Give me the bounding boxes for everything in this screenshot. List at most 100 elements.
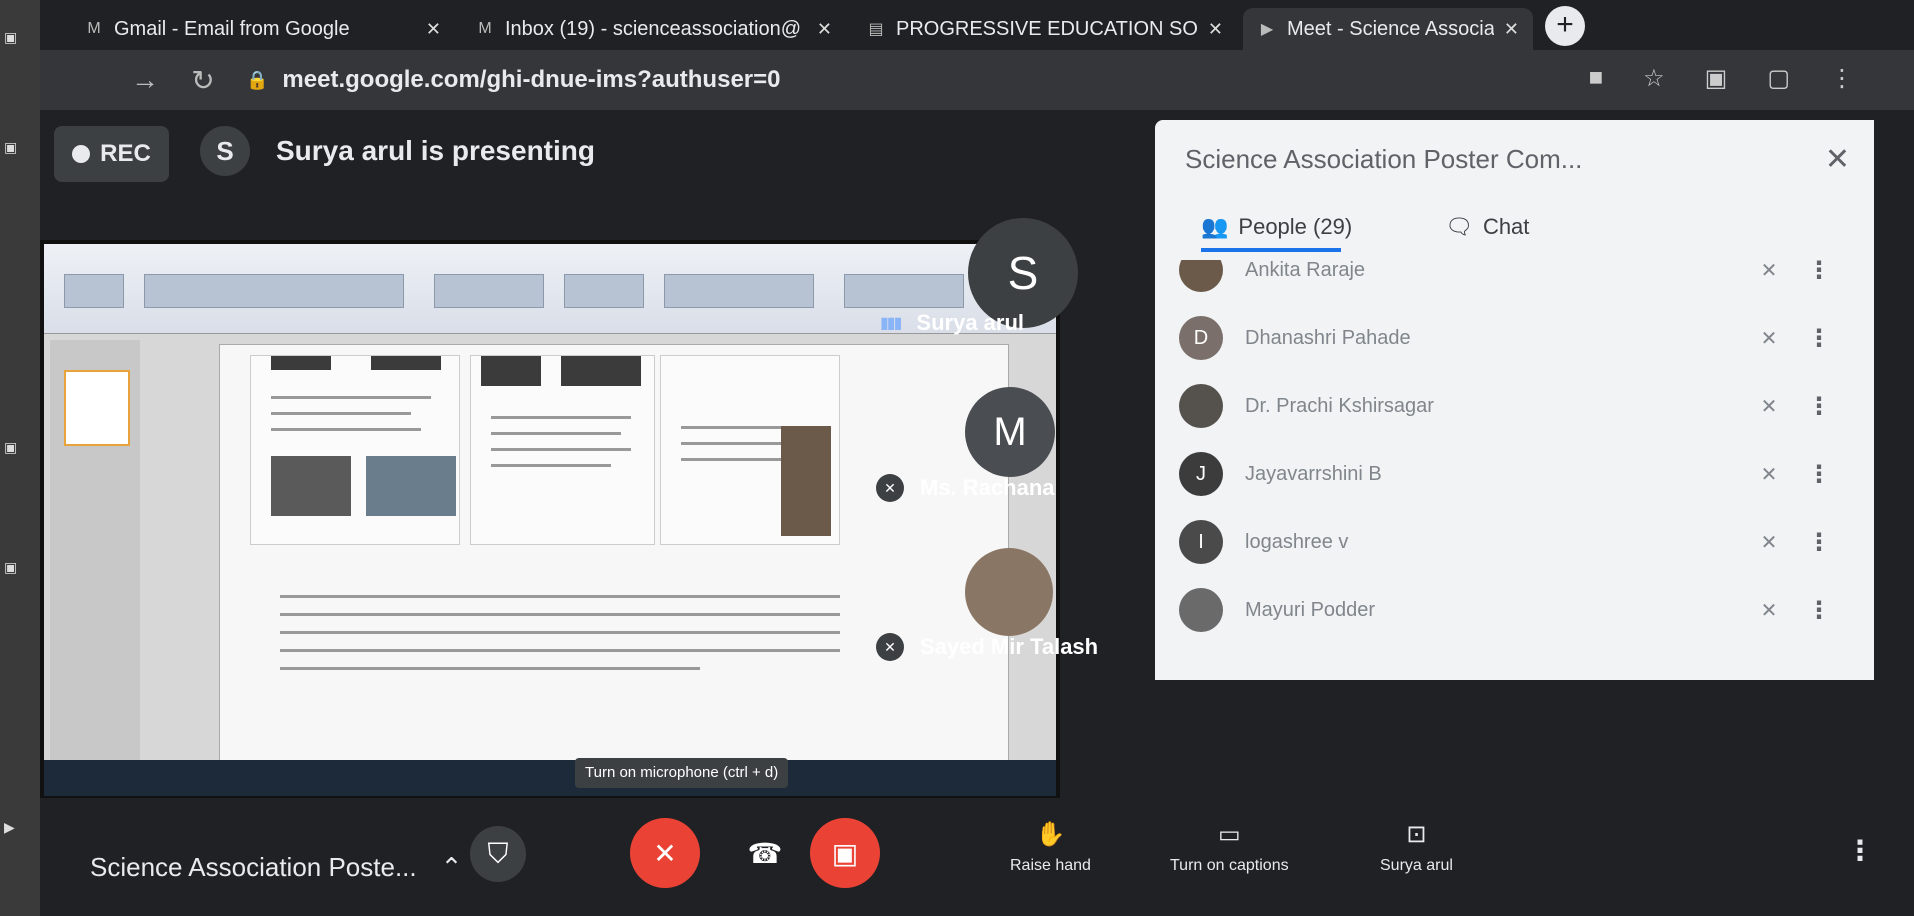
mic-off-icon: ✕	[1760, 531, 1778, 554]
mic-off-icon: ✕	[653, 837, 677, 869]
raise-hand-button[interactable]: ✋ Raise hand	[1010, 820, 1091, 875]
list-item[interactable]: J Jayavarrshini B ✕ ⋮	[1179, 444, 1839, 504]
more-vert-icon[interactable]: ⋮	[1799, 392, 1839, 421]
tab-title: Inbox (19) - scienceassociation@	[505, 17, 801, 40]
mic-off-icon: ✕	[1760, 327, 1778, 350]
presenting-banner: S Surya arul is presenting	[200, 126, 595, 176]
avatar	[1179, 588, 1223, 632]
meeting-name: Science Association Poste...	[90, 852, 417, 882]
browser-tab[interactable]: ▤ PROGRESSIVE EDUCATION SOC ✕	[852, 8, 1237, 50]
present-icon: ⊡	[1406, 821, 1427, 848]
close-icon[interactable]: ✕	[1208, 19, 1223, 40]
mic-off-icon: ✕	[876, 633, 904, 661]
close-icon[interactable]: ✕	[1504, 19, 1519, 40]
active-tab-indicator	[1201, 248, 1341, 252]
reload-icon[interactable]: ↻	[188, 64, 218, 97]
panel-title: Science Association Poster Com...	[1185, 144, 1583, 174]
close-icon[interactable]: ✕	[426, 19, 441, 40]
tab-title: Gmail - Email from Google	[114, 17, 350, 40]
hand-icon: ✋	[1035, 821, 1066, 848]
mic-off-icon: ✕	[1760, 463, 1778, 486]
person-name: Mayuri Podder	[1245, 598, 1376, 621]
list-item[interactable]: D Dhanashri Pahade ✕ ⋮	[1179, 308, 1839, 368]
meeting-controls-bar: Turn on microphone (ctrl + d) Science As…	[40, 758, 1914, 916]
poster-panel	[470, 355, 655, 545]
hang-up-icon: ☎	[747, 837, 783, 869]
desktop-icon[interactable]: ▣	[4, 440, 34, 454]
participant-label: ✕ Ms. Rachana	[876, 474, 1055, 502]
more-vert-icon[interactable]: ⋮	[1799, 460, 1839, 489]
person-name: Ankita Raraje	[1245, 260, 1366, 281]
avatar: D	[1179, 316, 1223, 360]
tooltip: Turn on microphone (ctrl + d)	[575, 758, 789, 788]
avatar	[1179, 384, 1223, 428]
document-icon: ▤	[868, 21, 884, 38]
browser-tab[interactable]: M Gmail - Email from Google ✕	[70, 8, 455, 50]
desktop-icon[interactable]: ▣	[4, 140, 34, 154]
people-icon: 👥	[1201, 214, 1229, 239]
tab-chat[interactable]: 🗨 Chat	[1445, 214, 1529, 240]
gmail-icon: M	[478, 20, 492, 37]
mic-off-icon: ✕	[1760, 395, 1778, 418]
tab-title: Meet - Science Association	[1287, 17, 1494, 40]
list-item[interactable]: Mayuri Podder ✕ ⋮	[1179, 580, 1839, 640]
camera-icon[interactable]: ■	[1589, 64, 1604, 93]
list-item[interactable]: Dr. Prachi Kshirsagar ✕ ⋮	[1179, 376, 1839, 436]
browser-tab[interactable]: M Inbox (19) - scienceassociation@ ✕	[461, 8, 846, 50]
camera-toggle-button[interactable]: ▣	[810, 818, 880, 888]
list-item[interactable]: I logashree v ✕ ⋮	[1179, 512, 1839, 572]
browser-tab-active[interactable]: ▶ Meet - Science Association ✕	[1243, 8, 1533, 50]
close-icon[interactable]: ✕	[817, 19, 832, 40]
participant-name: Ms. Rachana	[920, 475, 1055, 500]
captions-button[interactable]: ▭ Turn on captions	[1170, 820, 1289, 875]
present-now-button[interactable]: ⊡ Surya arul	[1380, 820, 1453, 875]
list-item[interactable]: Ankita Raraje ✕ ⋮	[1179, 260, 1839, 300]
desktop-icon[interactable]: ▣	[4, 30, 34, 44]
people-panel: Science Association Poster Com... ✕ 👥 Pe…	[1155, 120, 1874, 680]
url-text: meet.google.com/ghi-dnue-ims?authuser=0	[282, 66, 781, 93]
bookmark-star-icon[interactable]: ☆	[1643, 64, 1665, 93]
avatar: J	[1179, 452, 1223, 496]
more-vert-icon[interactable]: ⋮	[1799, 528, 1839, 557]
tab-people[interactable]: 👥 People (29)	[1201, 214, 1352, 252]
extension-icon[interactable]: ▣	[1705, 64, 1728, 93]
audio-level-icon: ▮▮▮	[880, 315, 902, 332]
presenting-text: Surya arul is presenting	[276, 135, 595, 166]
participant-photo-avatar	[965, 548, 1053, 636]
forward-icon[interactable]: →	[130, 64, 160, 96]
poster-panel	[250, 355, 460, 545]
more-vert-icon[interactable]: ⋮	[1799, 596, 1839, 625]
people-list: Ankita Raraje ✕ ⋮ D Dhanashri Pahade ✕ ⋮…	[1155, 260, 1874, 680]
new-tab-button[interactable]: +	[1545, 6, 1585, 46]
browser-toolbar: ■ ☆ ▣ ▢ ⋮	[1589, 64, 1854, 93]
meet-icon: ▶	[1260, 21, 1274, 38]
address-bar: → ↻ 🔒 meet.google.com/ghi-dnue-ims?authu…	[40, 50, 1914, 110]
desktop-icon[interactable]: ▣	[4, 560, 34, 574]
avatar: I	[1179, 520, 1223, 564]
slide-canvas	[219, 344, 1009, 764]
meeting-details[interactable]: Science Association Poste... ⌃	[90, 852, 462, 883]
play-icon[interactable]: ▶	[4, 820, 34, 834]
poster-panel	[660, 355, 840, 545]
recording-badge: REC	[54, 126, 169, 182]
slide-thumbnail[interactable]	[64, 370, 130, 446]
close-icon[interactable]: ✕	[1825, 142, 1850, 177]
more-vert-icon[interactable]: ⋮	[1799, 324, 1839, 353]
more-options-icon[interactable]: ⋮	[1846, 834, 1874, 867]
participant-avatar: M	[965, 387, 1055, 477]
more-vert-icon[interactable]: ⋮	[1799, 260, 1839, 285]
menu-icon[interactable]: ⋮	[1830, 64, 1854, 93]
participant-name: Surya arul	[916, 310, 1025, 335]
mic-off-icon: ✕	[876, 474, 904, 502]
person-name: logashree v	[1245, 530, 1349, 553]
mic-toggle-button[interactable]: ✕	[630, 818, 700, 888]
url-field[interactable]: 🔒 meet.google.com/ghi-dnue-ims?authuser=…	[246, 66, 781, 94]
record-dot-icon	[72, 145, 91, 163]
rec-label: REC	[100, 140, 151, 167]
mic-off-icon: ✕	[1760, 260, 1778, 282]
mic-off-icon: ✕	[1760, 599, 1778, 622]
leave-call-button[interactable]: ☎	[730, 818, 800, 888]
person-name: Dr. Prachi Kshirsagar	[1245, 394, 1434, 417]
security-shield-icon[interactable]: ⛉	[470, 826, 526, 882]
window-icon[interactable]: ▢	[1767, 64, 1790, 93]
